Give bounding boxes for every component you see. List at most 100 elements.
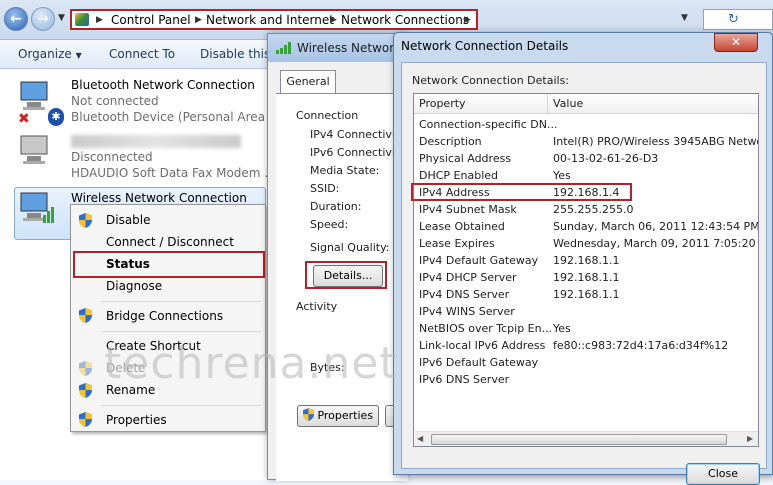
media-state-label: Media State: xyxy=(310,164,380,177)
horizontal-scrollbar[interactable]: ◀ ▶ xyxy=(415,431,758,446)
uac-shield-icon xyxy=(79,412,92,427)
value-cell: Yes xyxy=(553,169,571,182)
value-cell: 255.255.255.0 xyxy=(553,203,634,216)
list-item-modem[interactable]: Disconnected HDAUDIO Soft Data Fax Modem… xyxy=(0,132,276,184)
column-header-value[interactable]: Value xyxy=(548,94,758,114)
value-cell: 192.168.1.1 xyxy=(553,271,620,284)
property-cell: NetBIOS over Tcpip En... xyxy=(419,322,553,335)
properties-button-label: Properties xyxy=(317,409,374,422)
table-row[interactable]: IPv4 DHCP Server 192.168.1.1 xyxy=(414,269,758,286)
value-cell: Intel(R) PRO/Wireless 3945ABG Network xyxy=(553,135,759,148)
uac-shield-icon xyxy=(79,213,92,228)
menu-properties[interactable]: Properties xyxy=(106,413,167,427)
details-listview[interactable]: Property Value Connection-specific DN...… xyxy=(413,93,759,447)
scroll-right-icon[interactable]: ▶ xyxy=(747,434,753,443)
property-cell: IPv4 DNS Server xyxy=(419,288,510,301)
connection-section-label: Connection xyxy=(296,109,359,122)
status-dialog-titlebar: Wireless Network xyxy=(268,34,408,62)
property-cell: IPv4 Default Gateway xyxy=(419,254,539,267)
wireless-computer-icon xyxy=(20,192,54,223)
value-cell: 192.168.1.1 xyxy=(553,288,620,301)
properties-button[interactable]: Properties xyxy=(297,405,379,427)
table-row[interactable]: Physical Address 00-13-02-61-26-D3 xyxy=(414,150,758,167)
blurred-connection-name xyxy=(71,135,241,148)
back-button[interactable]: ← xyxy=(4,7,28,31)
value-cell: 00-13-02-61-26-D3 xyxy=(553,152,659,165)
network-computer-icon xyxy=(20,135,48,164)
connection-name: Bluetooth Network Connection xyxy=(71,78,255,92)
table-row[interactable]: IPv4 Subnet Mask 255.255.255.0 xyxy=(414,201,758,218)
scrollbar-thumb[interactable] xyxy=(431,434,727,445)
value-cell: fe80::c983:72d4:17a6:d34f%12 xyxy=(553,339,729,352)
disconnected-x-icon: ✖ xyxy=(18,111,30,127)
menu-bridge-connections[interactable]: Bridge Connections xyxy=(106,309,223,323)
close-icon: ✕ xyxy=(730,35,742,49)
close-button[interactable]: Close xyxy=(686,463,760,485)
value-cell: Wednesday, March 09, 2011 7:05:20 PM xyxy=(553,237,759,250)
arrow-right-icon: → xyxy=(37,11,49,27)
connection-device: Bluetooth Device (Personal Area ... xyxy=(71,110,281,124)
address-highlight-box xyxy=(70,9,478,30)
ipv6-connectivity-label: IPv6 Connectivity xyxy=(310,146,406,159)
uac-shield-icon xyxy=(79,383,92,398)
connect-to-button[interactable]: Connect To xyxy=(109,47,175,61)
connection-status: Disconnected xyxy=(71,150,153,164)
menu-connect-disconnect[interactable]: Connect / Disconnect xyxy=(106,235,234,249)
table-row[interactable]: Description Intel(R) PRO/Wireless 3945ABG… xyxy=(414,133,759,150)
menu-disable[interactable]: Disable xyxy=(106,213,151,227)
network-details-dialog: Network Connection Details ✕ Network Con… xyxy=(393,32,773,485)
search-box[interactable]: ↻ xyxy=(703,9,773,30)
duration-label: Duration: xyxy=(310,200,362,213)
table-row[interactable]: NetBIOS over Tcpip En... Yes xyxy=(414,320,758,337)
property-cell: Description xyxy=(419,135,482,148)
property-cell: IPv6 DNS Server xyxy=(419,373,510,386)
chevron-down-icon: ▼ xyxy=(75,51,82,60)
status-dialog-title: Wireless Network xyxy=(297,41,402,55)
arrow-left-icon: ← xyxy=(10,11,22,27)
title-close-button[interactable]: ✕ xyxy=(714,33,758,52)
connection-status: Not connected xyxy=(71,94,159,108)
table-row[interactable]: IPv4 DNS Server 192.168.1.1 xyxy=(414,286,758,303)
menu-separator xyxy=(101,405,261,406)
table-row[interactable]: IPv4 WINS Server xyxy=(414,303,758,320)
table-row[interactable]: DHCP Enabled Yes xyxy=(414,167,758,184)
signal-strength-icon xyxy=(276,42,291,54)
uac-shield-icon xyxy=(79,308,92,323)
menu-diagnose[interactable]: Diagnose xyxy=(106,279,162,293)
organize-button[interactable]: Organize ▼ xyxy=(18,47,82,61)
status-dialog: Wireless Network General Connection IPv4… xyxy=(267,33,416,481)
property-cell: Lease Expires xyxy=(419,237,495,250)
uac-shield-icon xyxy=(302,408,314,421)
address-dropdown-icon[interactable]: ▼ xyxy=(681,13,688,23)
table-row[interactable]: IPv6 Default Gateway xyxy=(414,354,758,371)
ssid-label: SSID: xyxy=(310,182,340,195)
value-cell: Yes xyxy=(553,322,571,335)
property-cell: DHCP Enabled xyxy=(419,169,499,182)
watermark-text: techrena.net xyxy=(104,338,398,389)
tab-general[interactable]: General xyxy=(280,70,336,94)
details-highlight-box xyxy=(305,261,387,289)
status-highlight-box xyxy=(73,251,265,278)
table-row[interactable]: IPv6 DNS Server xyxy=(414,371,758,388)
column-header-property[interactable]: Property xyxy=(414,94,548,114)
property-cell: Lease Obtained xyxy=(419,220,505,233)
table-row[interactable]: Lease Obtained Sunday, March 06, 2011 12:… xyxy=(414,218,758,235)
table-row[interactable]: IPv4 Default Gateway 192.168.1.1 xyxy=(414,252,758,269)
disable-device-button[interactable]: Disable this xyxy=(200,47,270,61)
table-row[interactable]: Lease Expires Wednesday, March 09, 2011 7… xyxy=(414,235,759,252)
table-row[interactable]: Link-local IPv6 Address fe80::c983:72d4:1… xyxy=(414,337,758,354)
recent-pages-chevron-icon[interactable]: ▼ xyxy=(58,13,65,23)
refresh-icon[interactable]: ↻ xyxy=(728,12,739,27)
signal-quality-label: Signal Quality: xyxy=(310,241,390,254)
context-menu: Disable Connect / Disconnect Status Diag… xyxy=(70,204,266,432)
command-bar: Organize ▼ Connect To Disable this xyxy=(0,41,270,69)
speed-label: Speed: xyxy=(310,218,349,231)
forward-button[interactable]: → xyxy=(31,7,55,31)
table-row[interactable]: Connection-specific DN... xyxy=(414,116,758,133)
property-cell: IPv4 Subnet Mask xyxy=(419,203,517,216)
scroll-left-icon[interactable]: ◀ xyxy=(417,434,423,443)
details-dialog-body: Network Connection Details: Property Val… xyxy=(401,62,767,485)
connection-name: Wireless Network Connection xyxy=(71,191,247,205)
ipv4-highlight-box xyxy=(411,183,632,201)
list-item-bluetooth[interactable]: ✖ ✱ Bluetooth Network Connection Not con… xyxy=(0,76,280,128)
